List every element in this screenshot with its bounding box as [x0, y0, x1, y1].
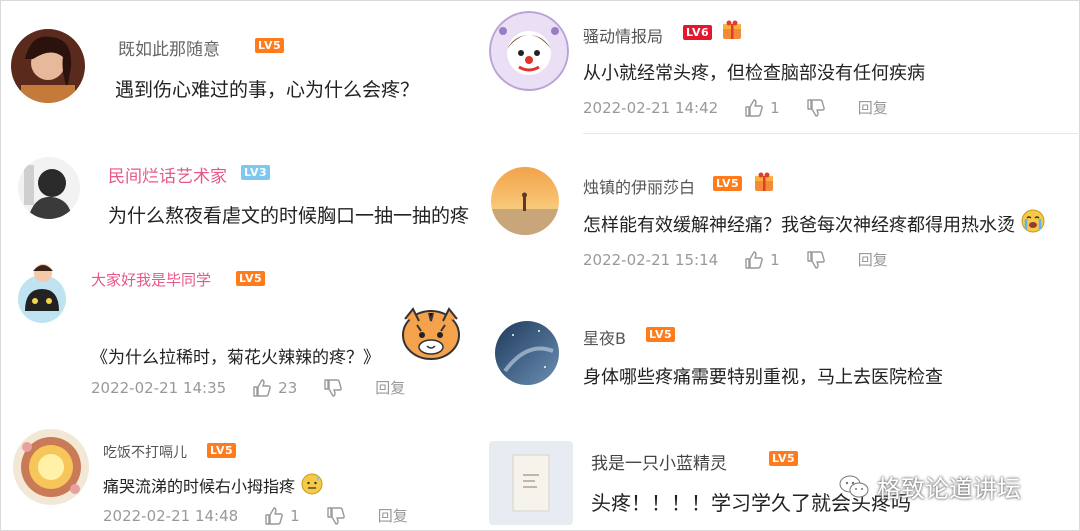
thumbs-up-icon	[265, 506, 283, 525]
like-button[interactable]: 1	[744, 98, 780, 118]
thumbs-up-icon	[745, 98, 763, 117]
comment-text: 遇到伤心难过的事，心为什么会疼？	[115, 79, 420, 101]
reply-button[interactable]: 回复	[858, 97, 888, 118]
gift-badge-icon	[753, 172, 775, 192]
like-button[interactable]: 1	[264, 506, 300, 526]
avatar[interactable]	[18, 157, 80, 219]
gift-badge-icon	[721, 20, 743, 40]
thumbs-down-icon	[807, 98, 825, 117]
divider	[583, 133, 1080, 134]
comment-meta: 2022-02-21 15:14 1 回复	[583, 249, 888, 270]
tiger-sticker-icon	[399, 301, 463, 363]
avatar[interactable]	[495, 321, 559, 385]
comment-text: 从小就经常头疼，但检查脑部没有任何疾病	[583, 63, 925, 84]
thumbs-up-icon	[253, 378, 271, 397]
comment-text: 《为什么拉稀时，菊花火辣辣的疼？》	[91, 348, 380, 368]
timestamp: 2022-02-21 14:42	[583, 98, 719, 117]
comments-screenshot: 既如此那随意 LV5 遇到伤心难过的事，心为什么会疼？ 民间烂话艺术家 LV3 …	[0, 0, 1080, 531]
dislike-button[interactable]	[326, 506, 352, 526]
like-button[interactable]: 1	[744, 250, 780, 270]
wechat-icon	[839, 475, 869, 497]
username[interactable]: 民间烂话艺术家	[108, 162, 227, 187]
level-badge: LV5	[207, 443, 237, 458]
username[interactable]: 大家好我是毕同学	[91, 269, 211, 290]
crying-emoji-icon	[1021, 209, 1045, 233]
level-badge: LV6	[683, 25, 713, 40]
thumbs-down-icon	[807, 250, 825, 269]
reply-button[interactable]: 回复	[375, 377, 405, 398]
dislike-button[interactable]	[806, 250, 832, 270]
level-badge: LV5	[236, 271, 266, 286]
comment-text: 怎样能有效缓解神经痛？我爸每次神经疼都得用热水烫	[583, 215, 1015, 236]
like-button[interactable]: 23	[252, 378, 297, 398]
timestamp: 2022-02-21 15:14	[583, 250, 719, 269]
avatar[interactable]	[13, 429, 89, 505]
username[interactable]: 骚动情报局	[583, 23, 663, 47]
username[interactable]: 星夜B	[583, 325, 626, 349]
like-count: 1	[290, 506, 300, 525]
timestamp: 2022-02-21 14:48	[103, 506, 239, 525]
like-count: 1	[770, 98, 780, 117]
level-badge: LV3	[241, 165, 271, 180]
thumbs-down-icon	[327, 506, 345, 525]
comment-meta: 2022-02-21 14:42 1 回复	[583, 97, 888, 118]
timestamp: 2022-02-21 14:35	[91, 378, 227, 397]
username[interactable]: 烛镇的伊丽莎白	[583, 174, 695, 198]
dislike-button[interactable]	[806, 98, 832, 118]
dislike-button[interactable]	[323, 378, 349, 398]
username[interactable]: 吃饭不打嗝儿	[103, 442, 187, 462]
comment-text: 痛哭流涕的时候右小拇指疼	[103, 477, 296, 496]
avatar[interactable]	[491, 167, 559, 235]
comment-text: 为什么熬夜看虐文的时候胸口一抽一抽的疼	[108, 205, 470, 227]
thumbs-down-icon	[324, 378, 343, 397]
comment-meta: 2022-02-21 14:48 1 回复	[103, 505, 408, 526]
watermark-text: 格致论道讲坛	[877, 475, 1021, 503]
level-badge: LV5	[646, 327, 676, 342]
comment-meta: 2022-02-21 14:35 23 回复	[91, 377, 405, 398]
level-badge: LV5	[255, 38, 285, 53]
avatar[interactable]	[489, 441, 573, 525]
like-count: 23	[278, 378, 298, 397]
like-count: 1	[770, 250, 780, 269]
avatar[interactable]	[11, 29, 85, 103]
comment-text: 身体哪些疼痛需要特别重视，马上去医院检查	[583, 367, 943, 388]
level-badge: LV5	[769, 451, 799, 466]
level-badge: LV5	[713, 176, 743, 191]
username[interactable]: 我是一只小蓝精灵	[591, 449, 727, 474]
sweat-emoji-icon	[301, 473, 323, 495]
avatar[interactable]	[489, 11, 569, 91]
watermark: 格致论道讲坛	[839, 469, 1021, 504]
reply-button[interactable]: 回复	[378, 505, 408, 526]
avatar[interactable]	[13, 259, 71, 323]
reply-button[interactable]: 回复	[858, 249, 888, 270]
thumbs-up-icon	[745, 250, 763, 269]
username[interactable]: 既如此那随意	[118, 35, 220, 60]
